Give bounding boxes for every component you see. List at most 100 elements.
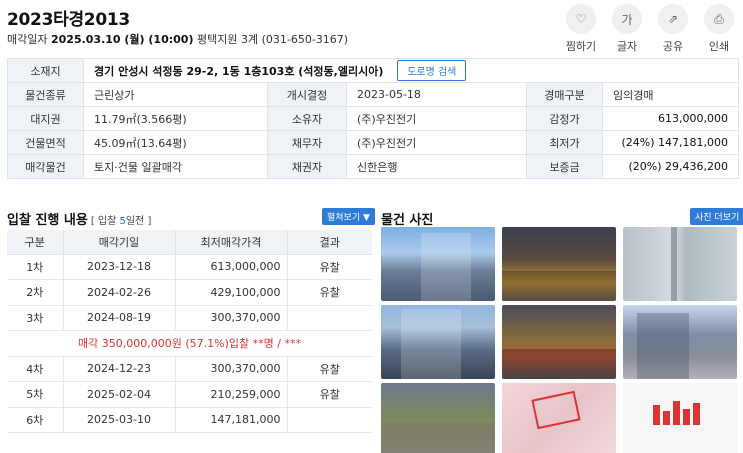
column-header: 최저매각가격 [175, 230, 288, 255]
property-photo[interactable] [381, 227, 495, 301]
address-cell: 경기 안성시 석정동 29-2, 1동 1층103호 (석정동,엘리시아) 도로… [82, 58, 740, 83]
table-row: 4차 2024-12-23 300,370,000 유찰 [7, 356, 372, 382]
print-label: 인쇄 [708, 40, 730, 53]
days-prefix: [ 입찰 [90, 216, 120, 227]
result-cell: 유찰 [287, 279, 372, 306]
info-label: 경매구분 [526, 82, 603, 107]
more-photos-button[interactable]: 사진 더보기 [690, 208, 743, 225]
table-row: 5차 2025-02-04 210,259,000 유찰 [7, 381, 372, 408]
site-map-photo[interactable] [502, 383, 616, 453]
info-label: 채권자 [267, 154, 347, 179]
property-photo[interactable] [381, 305, 495, 379]
road-address-search-button[interactable]: 도로명 검색 [397, 60, 467, 81]
price-cell: 210,259,000 [175, 381, 288, 408]
property-photo[interactable] [623, 305, 737, 379]
round-cell: 6차 [7, 407, 64, 433]
column-header: 구분 [7, 230, 64, 255]
expand-button[interactable]: 펼쳐보기 ▼ [322, 208, 375, 225]
result-cell [287, 407, 372, 433]
sale-note-row: 매각 350,000,000원 (57.1%)입찰 **명 / *** [7, 330, 372, 357]
owner-value: (주)우진전기 [346, 106, 527, 131]
days-until-bid: [ 입찰 5일전 ] [91, 216, 152, 227]
text-size-button[interactable]: 가 글자 [609, 4, 645, 54]
appraisal-value: 613,000,000 [601, 106, 740, 131]
price-cell: 147,181,000 [175, 407, 288, 433]
property-photo[interactable] [381, 383, 495, 453]
sale-date: 2025.03.10 (월) (10:00) [50, 33, 194, 46]
price-cell: 429,100,000 [175, 279, 288, 306]
table-row: 3차 2024-08-19 300,370,000 [7, 305, 372, 331]
table-row: 1차 2023-12-18 613,000,000 유찰 [7, 254, 372, 280]
price-cell: 300,370,000 [175, 305, 288, 331]
result-cell: 유찰 [287, 356, 372, 382]
result-cell: 유찰 [287, 381, 372, 408]
info-label: 감정가 [526, 106, 603, 131]
share-label: 공유 [662, 40, 684, 53]
info-label: 대지권 [7, 106, 84, 131]
sale-object-value: 토지·건물 일괄매각 [83, 154, 268, 179]
table-header-row: 구분 매각기일 최저매각가격 결과 [7, 230, 372, 255]
info-row: 매각물건 토지·건물 일괄매각 채권자 신한은행 보증금 (20%) 29,43… [7, 154, 740, 179]
print-icon: ⎙ [704, 4, 734, 34]
info-label: 건물면적 [7, 130, 84, 155]
bidding-history-table: 구분 매각기일 최저매각가격 결과 1차 2023-12-18 613,000,… [7, 230, 372, 433]
column-header: 매각기일 [63, 230, 176, 255]
property-photo[interactable] [502, 305, 616, 379]
property-info-table: 소재지 경기 안성시 석정동 29-2, 1동 1층103호 (석정동,엘리시아… [7, 58, 740, 179]
sale-date-label: 매각일자 [7, 33, 48, 46]
print-button[interactable]: ⎙ 인쇄 [701, 4, 737, 54]
floor-plan-photo[interactable] [623, 383, 737, 453]
favorite-button[interactable]: ♡ 찜하기 [563, 4, 599, 54]
date-cell: 2024-02-26 [63, 279, 176, 306]
sale-info: 매각일자 2025.03.10 (월) (10:00) 평택지원 3계 (031… [7, 31, 348, 47]
court-info: 평택지원 3계 (031-650-3167) [196, 33, 349, 46]
info-label: 보증금 [526, 154, 603, 179]
property-type-value: 근린상가 [83, 82, 268, 107]
minimum-price-value: (24%) 147,181,000 [601, 130, 740, 155]
land-right-value: 11.79㎡(3.566평) [83, 106, 268, 131]
bidding-section-title: 입찰 진행 내용[ 입찰 5일전 ] [7, 209, 151, 228]
result-cell: 유찰 [287, 254, 372, 280]
price-cell: 300,370,000 [175, 356, 288, 382]
date-cell: 2024-08-19 [63, 305, 176, 331]
round-cell: 5차 [7, 381, 64, 408]
round-cell: 3차 [7, 305, 64, 331]
case-title: 2023타경2013 [7, 10, 130, 30]
debtor-value: (주)우진전기 [346, 130, 527, 155]
creditor-value: 신한은행 [346, 154, 527, 179]
text-size-label: 글자 [616, 40, 638, 53]
date-cell: 2025-02-04 [63, 381, 176, 408]
round-cell: 1차 [7, 254, 64, 280]
bidding-title: 입찰 진행 내용 [7, 213, 88, 228]
photos-section-title: 물건 사진 [381, 213, 434, 228]
share-button[interactable]: ⇗ 공유 [655, 4, 691, 54]
sale-note: 매각 350,000,000원 (57.1%)입찰 **명 / *** [7, 330, 372, 357]
property-photo[interactable] [623, 227, 737, 301]
info-row: 건물면적 45.09㎡(13.64평) 채무자 (주)우진전기 최저가 (24%… [7, 130, 740, 155]
info-label: 개시결정 [267, 82, 347, 107]
date-cell: 2025-03-10 [63, 407, 176, 433]
result-cell [287, 305, 372, 331]
share-icon: ⇗ [658, 4, 688, 34]
info-label: 최저가 [526, 130, 603, 155]
info-label: 매각물건 [7, 154, 84, 179]
text-size-icon: 가 [612, 4, 642, 34]
info-label: 물건종류 [7, 82, 84, 107]
case-header: 2023타경2013 매각일자 2025.03.10 (월) (10:00) 평… [7, 4, 737, 54]
property-photo[interactable] [502, 227, 616, 301]
auction-type-value: 임의경매 [601, 82, 740, 107]
commencement-date-value: 2023-05-18 [346, 82, 527, 107]
price-cell: 613,000,000 [175, 254, 288, 280]
heart-icon: ♡ [566, 4, 596, 34]
building-area-value: 45.09㎡(13.64평) [83, 130, 268, 155]
column-header: 결과 [287, 230, 372, 255]
round-cell: 4차 [7, 356, 64, 382]
deposit-value: (20%) 29,436,200 [601, 154, 740, 179]
info-label: 채무자 [267, 130, 347, 155]
action-bar: ♡ 찜하기 가 글자 ⇗ 공유 ⎙ 인쇄 [563, 4, 737, 54]
info-row: 물건종류 근린상가 개시결정 2023-05-18 경매구분 임의경매 [7, 82, 740, 107]
info-row: 대지권 11.79㎡(3.566평) 소유자 (주)우진전기 감정가 613,0… [7, 106, 740, 131]
days-suffix: 일전 ] [125, 216, 152, 227]
address-label: 소재지 [7, 58, 84, 83]
date-cell: 2024-12-23 [63, 356, 176, 382]
